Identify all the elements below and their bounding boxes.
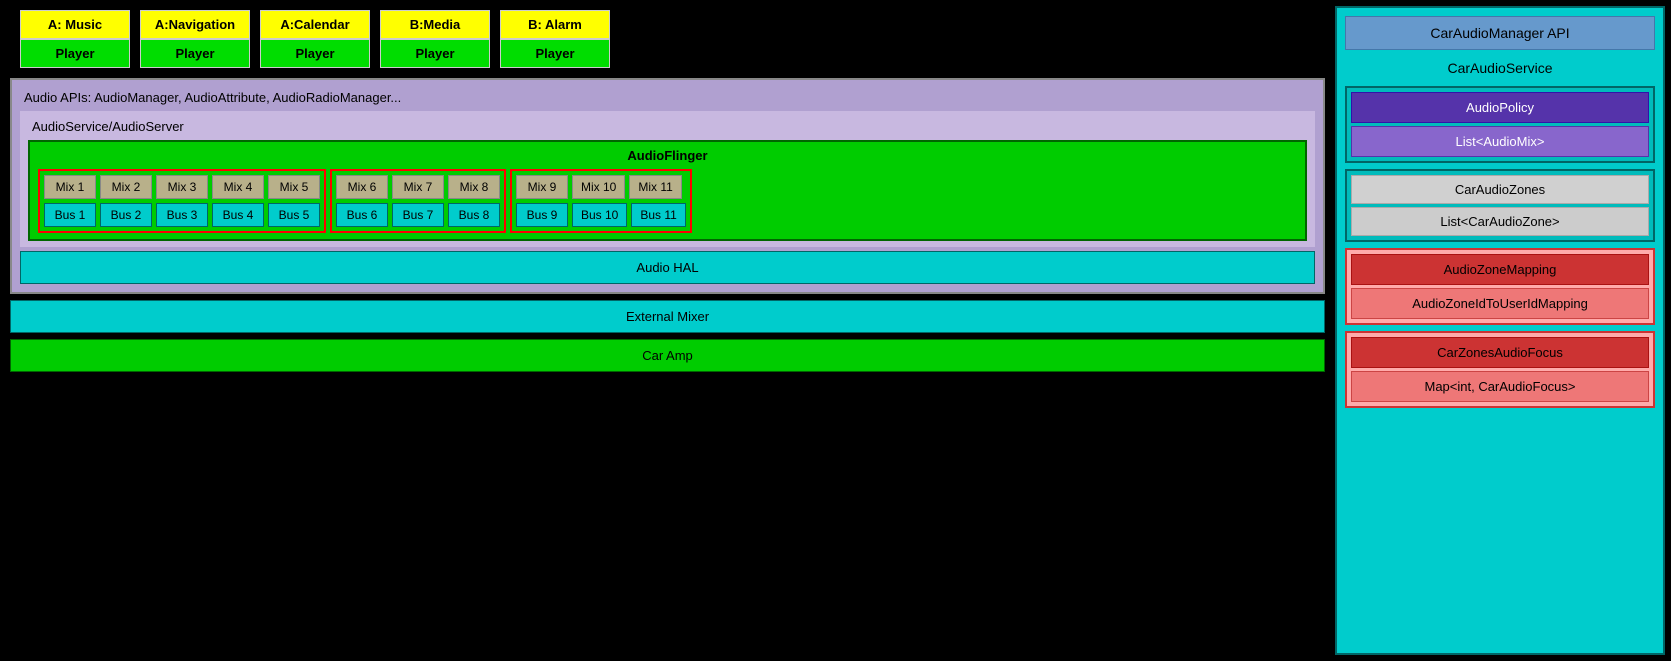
api-section: AudioPolicy List<AudioMix> [1345,86,1655,163]
car-audio-manager-api: CarAudioManager API [1345,16,1655,50]
app-label-2: A:Calendar [260,10,370,39]
audio-zone-mapping: AudioZoneMapping [1351,254,1649,285]
app-label-1: A:Navigation [140,10,250,39]
right-panel: CarAudioManager API CarAudioService Audi… [1335,6,1665,655]
bus-row-2: Bus 9Bus 10Bus 11 [516,203,686,227]
player-label-1: Player [140,39,250,68]
external-mixer: External Mixer [10,300,1325,333]
bus-box-0-2: Bus 3 [156,203,208,227]
bus-box-0-1: Bus 2 [100,203,152,227]
mix-box-0-2: Mix 3 [156,175,208,199]
audio-flinger-area: AudioFlinger Mix 1Mix 2Mix 3Mix 4Mix 5Bu… [28,140,1307,241]
mix-bus-container: Mix 1Mix 2Mix 3Mix 4Mix 5 Bus 1Bus 2Bus 3… [38,169,1297,233]
mix-box-0-0: Mix 1 [44,175,96,199]
audio-service-layer: AudioService/AudioServer AudioFlinger Mi… [20,111,1315,247]
app-label-4: B: Alarm [500,10,610,39]
audio-policy: AudioPolicy [1351,92,1649,123]
app-player-4: B: AlarmPlayer [500,10,610,68]
zones-section: CarAudioZones List<CarAudioZone> [1345,169,1655,242]
zone-box-1: Mix 6Mix 7Mix 8 Bus 6Bus 7Bus 8 [330,169,506,233]
map-car-audio-focus: Map<int, CarAudioFocus> [1351,371,1649,402]
car-audio-service-label: CarAudioService [1345,56,1655,80]
focus-section: CarZonesAudioFocus Map<int, CarAudioFocu… [1345,331,1655,408]
bus-box-2-1: Bus 10 [572,203,627,227]
bus-box-0-4: Bus 5 [268,203,320,227]
player-label-3: Player [380,39,490,68]
bus-row-1: Bus 6Bus 7Bus 8 [336,203,500,227]
mix-row-0: Mix 1Mix 2Mix 3Mix 4Mix 5 [44,175,320,199]
bus-box-1-1: Bus 7 [392,203,444,227]
bus-box-0-0: Bus 1 [44,203,96,227]
app-label-3: B:Media [380,10,490,39]
audio-hal-area: Audio HAL [20,251,1315,284]
player-label-4: Player [500,39,610,68]
mix-box-0-1: Mix 2 [100,175,152,199]
audio-flinger-label: AudioFlinger [38,148,1297,163]
zone-box-0: Mix 1Mix 2Mix 3Mix 4Mix 5 Bus 1Bus 2Bus 3… [38,169,326,233]
mix-box-2-0: Mix 9 [516,175,568,199]
main-diagram: A: MusicPlayerA:NavigationPlayerA:Calend… [0,0,1335,661]
mix-row-1: Mix 6Mix 7Mix 8 [336,175,500,199]
car-audio-zones: CarAudioZones [1351,175,1649,204]
bus-box-0-3: Bus 4 [212,203,264,227]
mix-box-1-1: Mix 7 [392,175,444,199]
app-player-0: A: MusicPlayer [20,10,130,68]
audio-zone-id-to-user-id: AudioZoneIdToUserIdMapping [1351,288,1649,319]
bus-box-2-0: Bus 9 [516,203,568,227]
app-player-1: A:NavigationPlayer [140,10,250,68]
apis-label: Audio APIs: AudioManager, AudioAttribute… [20,88,1315,107]
service-label: AudioService/AudioServer [28,117,1307,136]
mix-box-0-3: Mix 4 [212,175,264,199]
car-amp: Car Amp [10,339,1325,372]
app-player-2: A:CalendarPlayer [260,10,370,68]
list-car-audio-zone: List<CarAudioZone> [1351,207,1649,236]
bus-box-1-2: Bus 8 [448,203,500,227]
mapping-section: AudioZoneMapping AudioZoneIdToUserIdMapp… [1345,248,1655,325]
bus-box-1-0: Bus 6 [336,203,388,227]
app-player-3: B:MediaPlayer [380,10,490,68]
mix-box-2-2: Mix 11 [629,175,681,199]
stack-area: Audio APIs: AudioManager, AudioAttribute… [10,78,1325,294]
mix-box-1-0: Mix 6 [336,175,388,199]
mix-row-2: Mix 9Mix 10Mix 11 [516,175,686,199]
player-label-0: Player [20,39,130,68]
bus-row-0: Bus 1Bus 2Bus 3Bus 4Bus 5 [44,203,320,227]
mix-box-0-4: Mix 5 [268,175,320,199]
player-label-2: Player [260,39,370,68]
bus-box-2-2: Bus 11 [631,203,685,227]
app-row: A: MusicPlayerA:NavigationPlayerA:Calend… [20,10,1325,68]
mix-box-1-2: Mix 8 [448,175,500,199]
car-zones-audio-focus: CarZonesAudioFocus [1351,337,1649,368]
mix-box-2-1: Mix 10 [572,175,625,199]
zone-box-2: Mix 9Mix 10Mix 11 Bus 9Bus 10Bus 11 [510,169,692,233]
app-label-0: A: Music [20,10,130,39]
list-audio-mix: List<AudioMix> [1351,126,1649,157]
